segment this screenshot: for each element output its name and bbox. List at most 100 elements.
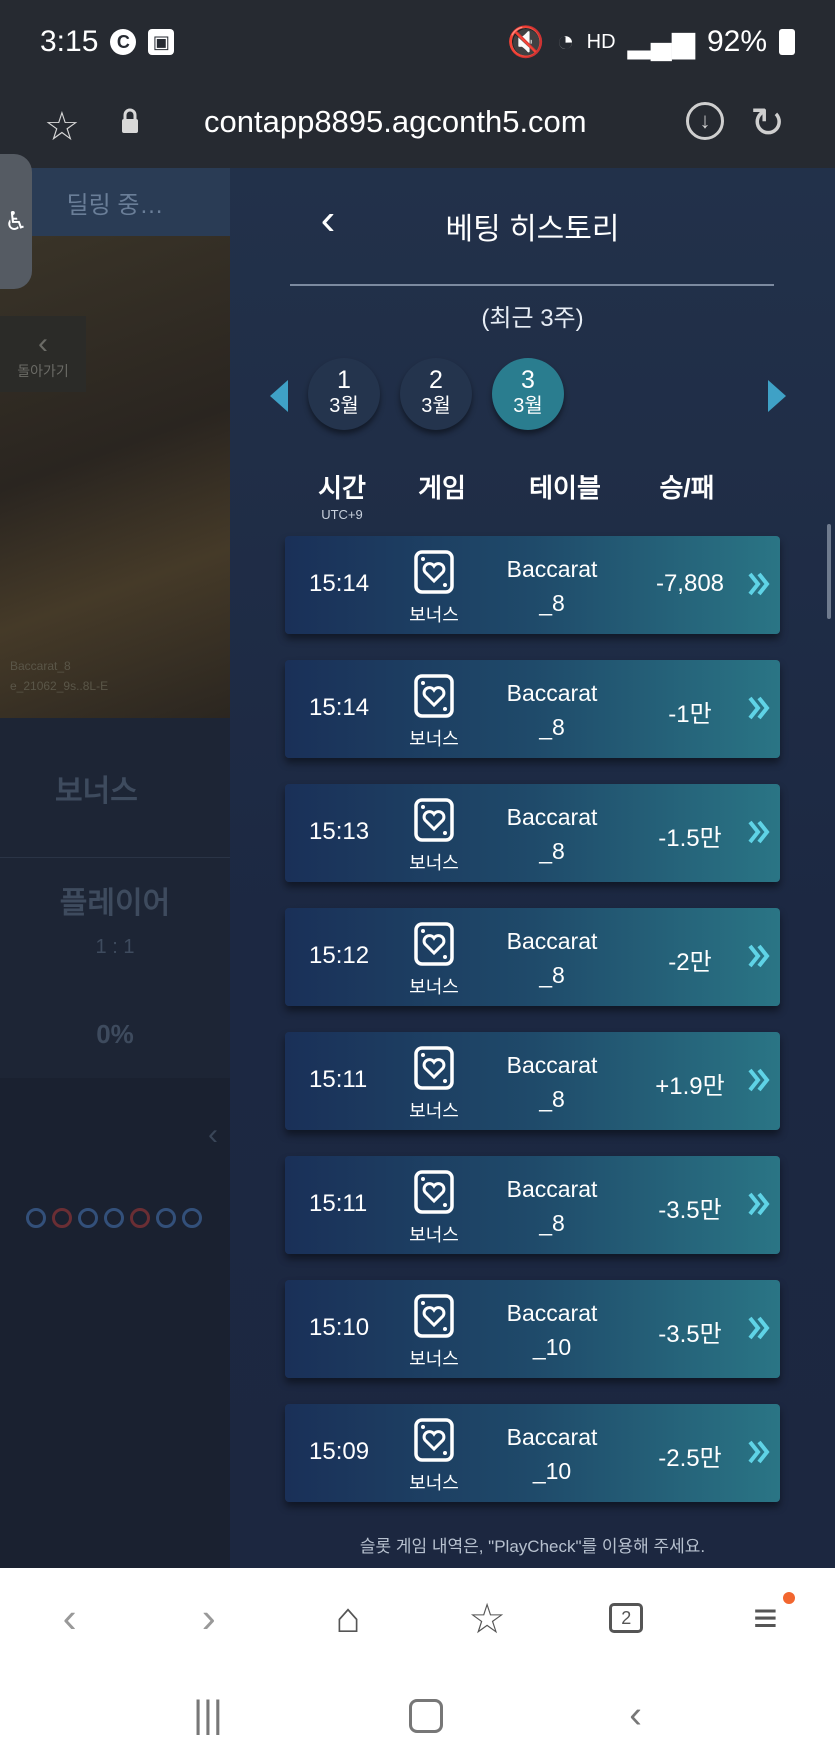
player-bet-area: 플레이어 1 : 1 0%	[0, 858, 230, 1078]
menu-icon[interactable]: ≡	[735, 1588, 796, 1648]
url-address[interactable]: contapp8895.agconth5.com	[204, 104, 587, 140]
row-time: 15:14	[309, 694, 370, 721]
row-game-label: 보너스	[409, 605, 459, 625]
forward-arrow-icon[interactable]: ›	[179, 1588, 239, 1648]
col-header-table: 테이블	[529, 473, 601, 503]
row-table: Baccarat _8	[506, 1176, 598, 1236]
history-row[interactable]: 15:10 보너스 Baccarat _10 -3.5만	[285, 1280, 780, 1378]
history-row[interactable]: 15:11 보너스 Baccarat _8 -3.5만	[285, 1156, 780, 1254]
bookmarks-icon[interactable]: ☆	[457, 1588, 517, 1648]
recent-apps-icon[interactable]: |||	[193, 1694, 223, 1737]
history-row[interactable]: 15:13 보너스 Baccarat _8 -1.5만	[285, 784, 780, 882]
card-heart-icon	[414, 798, 454, 842]
row-table: Baccarat _8	[506, 1052, 598, 1112]
bonus-bet-label: 보너스	[0, 718, 230, 858]
battery-text: 92%	[706, 25, 767, 58]
card-heart-icon	[414, 922, 454, 966]
status-time: 3:15	[40, 25, 99, 58]
row-game: 보너스	[399, 1170, 469, 1247]
row-game-label: 보너스	[409, 1225, 459, 1245]
bead	[104, 1208, 124, 1228]
row-game: 보너스	[399, 550, 469, 627]
player-label: 플레이어	[59, 887, 171, 920]
col-header-game: 게임	[418, 473, 466, 503]
double-chevron-right-icon	[748, 1440, 770, 1464]
row-result: -1.5만	[658, 825, 722, 852]
dealing-status: 딜링 중…	[0, 168, 230, 236]
double-chevron-right-icon	[748, 696, 770, 720]
bead	[26, 1208, 46, 1228]
row-time: 15:11	[309, 1190, 368, 1217]
row-table: Baccarat _8	[506, 804, 598, 864]
week-tab-3[interactable]: 3 3월	[492, 358, 564, 430]
signal-icon: ▂▄▆	[627, 25, 695, 59]
panel-subtitle: (최근 3주)	[481, 305, 584, 332]
background-game-view: 딜링 중… ‹ 돌아가기 Baccarat_8 e_21062_9s..8L-E…	[0, 168, 230, 1568]
row-result: -2.5만	[658, 1445, 722, 1472]
week-tab-2[interactable]: 2 3월	[400, 358, 472, 430]
double-chevron-right-icon	[748, 1192, 770, 1216]
col-header-time: 시간 UTC+9	[318, 473, 366, 522]
system-back-icon[interactable]: ‹	[629, 1694, 642, 1737]
row-game: 보너스	[399, 1294, 469, 1371]
history-row[interactable]: 15:11 보너스 Baccarat _8 +1.9만	[285, 1032, 780, 1130]
url-bar: ♿ ☆ contapp8895.agconth5.com ↓ ↻	[0, 84, 835, 289]
row-result: -3.5만	[658, 1321, 722, 1348]
bead	[78, 1208, 98, 1228]
card-heart-icon	[414, 1170, 454, 1214]
row-table: Baccarat _10	[506, 1424, 598, 1484]
live-video: ‹ 돌아가기 Baccarat_8 e_21062_9s..8L-E	[0, 236, 230, 718]
row-game: 보너스	[399, 1046, 469, 1123]
download-icon[interactable]: ↓	[686, 102, 724, 140]
double-chevron-right-icon	[748, 820, 770, 844]
row-game-label: 보너스	[409, 1101, 459, 1121]
bead-row	[26, 1208, 202, 1228]
row-time: 15:09	[309, 1438, 370, 1465]
system-nav-bar: ||| ‹	[0, 1668, 835, 1763]
back-button[interactable]: ‹ 돌아가기	[0, 316, 86, 392]
next-week-arrow-icon[interactable]	[768, 380, 786, 412]
row-result: -1만	[668, 701, 712, 728]
row-game-label: 보너스	[409, 1473, 459, 1493]
home-button-icon[interactable]	[408, 1698, 443, 1733]
row-table: Baccarat _8	[506, 928, 598, 988]
scrollbar[interactable]	[827, 524, 831, 619]
divider	[290, 284, 774, 286]
row-time: 15:11	[309, 1066, 368, 1093]
panel-title: 베팅 히스토리	[445, 213, 620, 246]
image-notification-icon: ▣	[148, 29, 175, 55]
reload-icon[interactable]: ↻	[750, 98, 785, 147]
bead	[130, 1208, 150, 1228]
row-time: 15:10	[309, 1314, 370, 1341]
double-chevron-right-icon	[748, 1068, 770, 1092]
history-list: 15:14 보너스 Baccarat _8 -7,808 15:14 보너스 Baccarat…	[285, 536, 780, 1528]
back-arrow-icon[interactable]: ‹	[40, 1588, 100, 1648]
row-table: Baccarat _10	[506, 1300, 598, 1360]
battery-icon	[779, 29, 795, 55]
row-game: 보너스	[399, 674, 469, 751]
home-icon[interactable]: ⌂	[318, 1588, 378, 1648]
prev-week-arrow-icon[interactable]	[270, 380, 288, 412]
row-game: 보너스	[399, 1418, 469, 1495]
table-info: Baccarat_8 e_21062_9s..8L-E	[10, 659, 109, 693]
status-bar: 3:15 C ▣ 🔇 ◔ HD ▂▄▆ 92%	[0, 0, 835, 84]
tabs-icon[interactable]: 2	[596, 1588, 656, 1648]
card-heart-icon	[414, 1418, 454, 1462]
betting-history-panel: ‹ 베팅 히스토리 (최근 3주) 1 3월 2 3월 3 3월 시간 UTC+…	[230, 168, 835, 1568]
history-row[interactable]: 15:09 보너스 Baccarat _10 -2.5만	[285, 1404, 780, 1502]
row-table: Baccarat _8	[506, 556, 598, 616]
row-result: -3.5만	[658, 1197, 722, 1224]
row-table: Baccarat _8	[506, 680, 598, 740]
card-heart-icon	[414, 1046, 454, 1090]
double-chevron-right-icon	[748, 572, 770, 596]
bookmark-star-icon[interactable]: ☆	[44, 104, 80, 150]
hd-voice-icon: HD	[586, 30, 616, 53]
history-row[interactable]: 15:14 보너스 Baccarat _8 -1만	[285, 660, 780, 758]
week-tab-1[interactable]: 1 3월	[308, 358, 380, 430]
history-row[interactable]: 15:14 보너스 Baccarat _8 -7,808	[285, 536, 780, 634]
row-game-label: 보너스	[409, 853, 459, 873]
row-result: +1.9만	[655, 1073, 725, 1100]
accessibility-icon[interactable]: ♿	[0, 154, 32, 289]
history-row[interactable]: 15:12 보너스 Baccarat _8 -2만	[285, 908, 780, 1006]
back-label: 돌아가기	[17, 363, 69, 379]
